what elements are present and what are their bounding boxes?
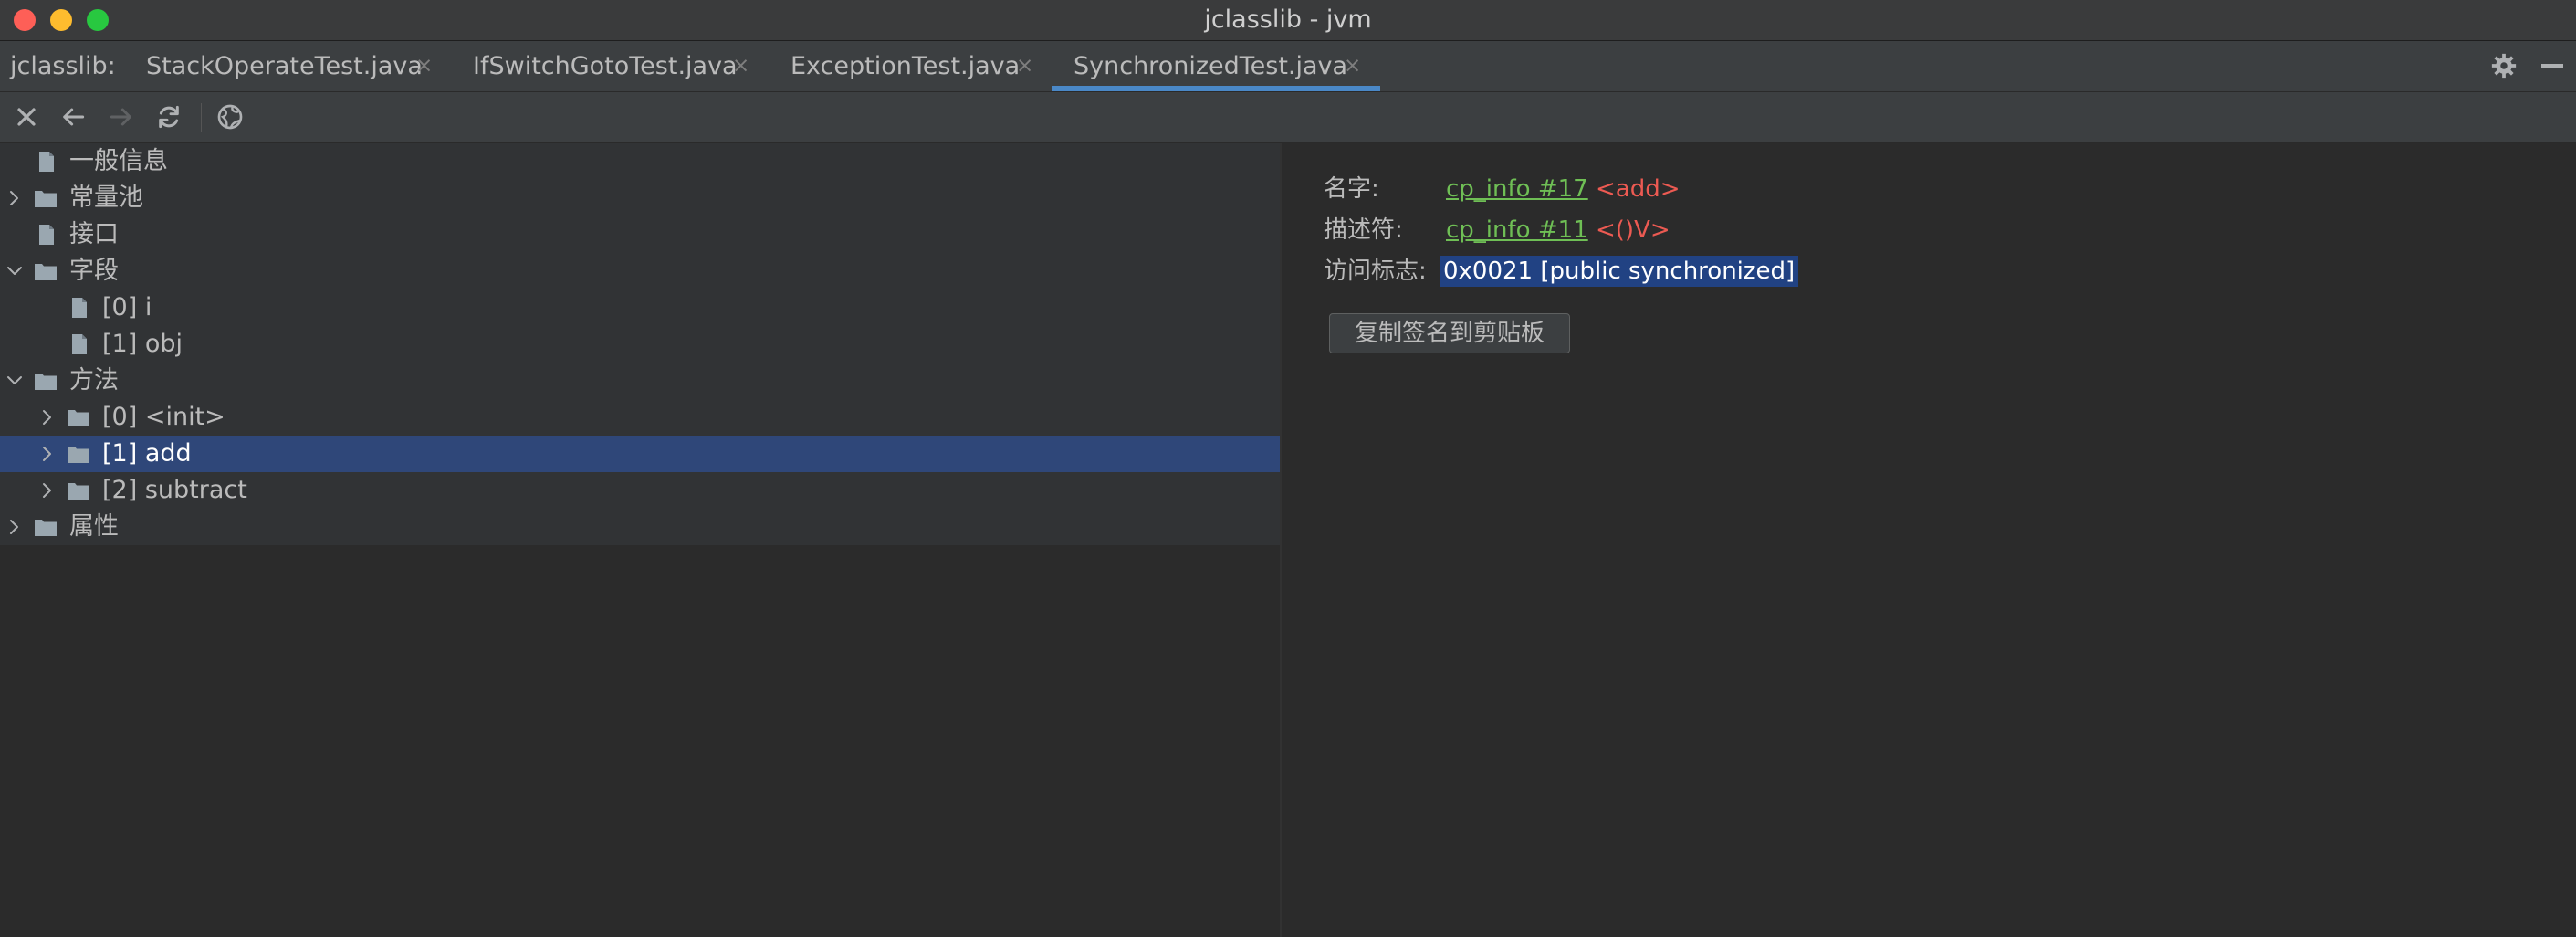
name-value: <add> <box>1596 175 1681 203</box>
copy-signature-button[interactable]: 复制签名到剪贴板 <box>1329 313 1570 353</box>
tabbar-label: jclasslib: <box>10 52 116 80</box>
back-arrow-icon[interactable] <box>58 102 88 132</box>
tab-label: ExceptionTest.java <box>791 52 1021 80</box>
descriptor-cp-link[interactable]: cp_info #11 <box>1446 212 1588 248</box>
close-icon[interactable]: × <box>1016 41 1033 91</box>
tree-item-label: [2] subtract <box>102 476 247 504</box>
tree-item-2-subtract[interactable]: [2] subtract <box>0 472 1280 509</box>
chevron-down-icon[interactable] <box>4 260 26 282</box>
tree-item-label: 字段 <box>69 257 119 285</box>
tree-item-label: 属性 <box>69 512 119 541</box>
tab-ifswitchgototest[interactable]: IfSwitchGotoTest.java × <box>473 41 756 91</box>
tab-synchronizedtest[interactable]: SynchronizedTest.java × <box>1073 41 1375 91</box>
tree-item-label: [1] obj <box>102 330 183 358</box>
close-icon[interactable]: × <box>1344 41 1361 91</box>
tree-item-label: 方法 <box>69 366 119 395</box>
chevron-right-icon[interactable] <box>37 479 58 501</box>
active-tab-indicator <box>1052 86 1380 91</box>
editor-tab-bar: jclasslib: StackOperateTest.java × IfSwi… <box>0 41 2576 92</box>
folder-icon <box>35 520 57 536</box>
tree-item-label: [0] <init> <box>102 403 225 431</box>
descriptor-label: 描述符: <box>1324 216 1403 244</box>
file-icon <box>72 298 87 318</box>
toolbar-separator <box>201 103 202 132</box>
descriptor-value: <()V> <box>1596 216 1670 244</box>
tab-stackoperatetest[interactable]: StackOperateTest.java × <box>146 41 438 91</box>
tree-item-label: 接口 <box>69 220 119 248</box>
tree-item-label: [1] add <box>102 439 192 468</box>
tree-item-label: 常量池 <box>69 184 143 212</box>
tree-item-1-obj[interactable]: [1] obj <box>0 326 1280 363</box>
tab-label: IfSwitchGotoTest.java <box>473 52 738 80</box>
detail-pane: 名字: cp_info #17 <add> 描述符: cp_info #11 <… <box>1282 143 2576 937</box>
chevron-right-icon[interactable] <box>4 516 26 538</box>
close-icon[interactable] <box>12 102 41 132</box>
toolbar <box>0 92 2576 143</box>
folder-icon <box>68 410 89 426</box>
app-window: jclasslib - jvm jclasslib: StackOperateT… <box>0 0 2576 937</box>
chevron-right-icon[interactable] <box>37 443 58 465</box>
tree-item-1[interactable]: 常量池 <box>0 180 1280 216</box>
gear-icon[interactable] <box>2490 52 2518 79</box>
chevron-down-icon[interactable] <box>4 370 26 392</box>
refresh-icon[interactable] <box>154 102 183 132</box>
title-bar: jclasslib - jvm <box>0 0 2576 41</box>
tree-item-3[interactable]: 字段 <box>0 253 1280 290</box>
folder-icon <box>35 374 57 390</box>
access-flags-value: 0x0021 [public synchronized] <box>1440 256 1799 287</box>
chevron-right-icon[interactable] <box>37 406 58 428</box>
tree-item-0-init[interactable]: [0] <init> <box>0 399 1280 436</box>
file-icon <box>39 152 54 172</box>
close-icon[interactable]: × <box>415 41 433 91</box>
tree-item-label: 一般信息 <box>69 147 168 175</box>
tree-item-0[interactable]: 一般信息 <box>0 143 1280 180</box>
name-label: 名字: <box>1324 175 1379 203</box>
tree-item-0-i[interactable]: [0] i <box>0 290 1280 326</box>
tab-label: SynchronizedTest.java <box>1073 52 1348 80</box>
folder-icon <box>68 447 89 463</box>
folder-icon <box>68 483 89 500</box>
tree-item-6[interactable]: 方法 <box>0 363 1280 399</box>
tree-item-10[interactable]: 属性 <box>0 509 1280 545</box>
file-icon <box>72 334 87 354</box>
tree-item-label: [0] i <box>102 293 152 321</box>
minimize-icon[interactable] <box>2541 64 2563 68</box>
close-icon[interactable]: × <box>732 41 749 91</box>
globe-icon[interactable] <box>215 102 245 132</box>
folder-icon <box>35 264 57 280</box>
name-cp-link[interactable]: cp_info #17 <box>1446 171 1588 207</box>
structure-tree: 一般信息常量池接口字段 [0] i [1] obj 方法 [0] <init> [1] a… <box>0 143 1280 937</box>
forward-arrow-icon[interactable] <box>107 102 136 132</box>
chevron-right-icon[interactable] <box>4 187 26 209</box>
access-flags-label: 访问标志: <box>1324 258 1427 285</box>
tab-label: StackOperateTest.java <box>146 52 423 80</box>
tree-item-2[interactable]: 接口 <box>0 216 1280 253</box>
file-icon <box>39 225 54 245</box>
tree-item-1-add[interactable]: [1] add <box>0 436 1280 472</box>
tab-exceptiontest[interactable]: ExceptionTest.java × <box>791 41 1037 91</box>
folder-icon <box>35 191 57 207</box>
window-title: jclasslib - jvm <box>1204 5 1372 34</box>
